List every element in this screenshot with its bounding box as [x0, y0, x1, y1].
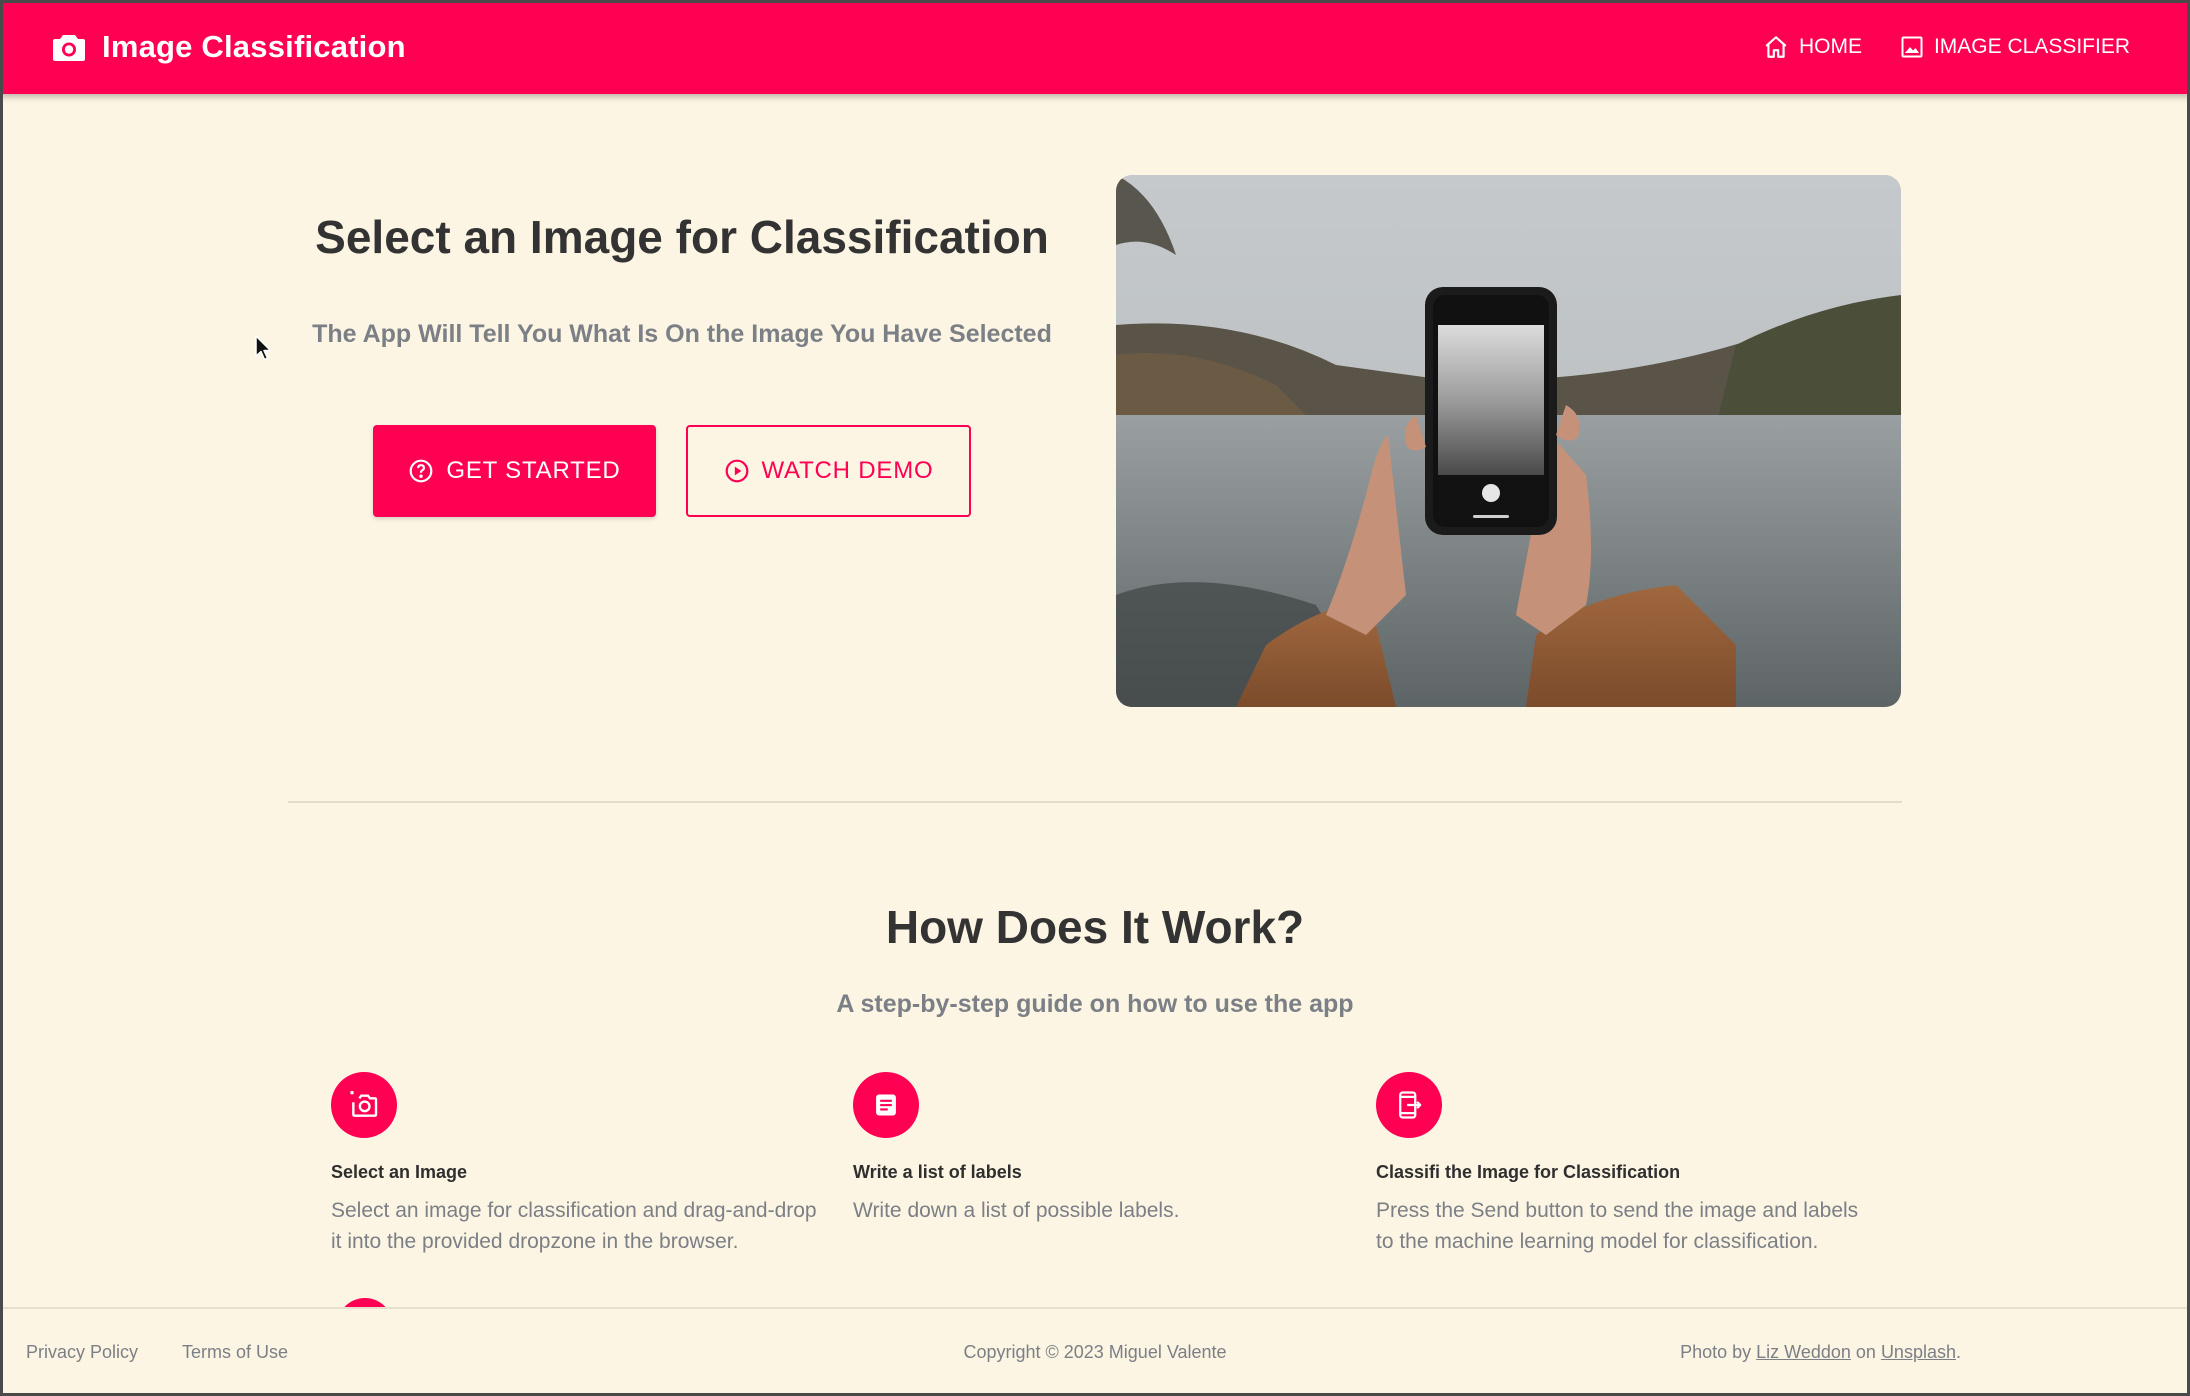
step-write-labels: Write a list of labels Write down a list…	[853, 1072, 1353, 1226]
get-started-button[interactable]: GET STARTED	[373, 425, 656, 517]
unsplash-link[interactable]: Unsplash	[1881, 1342, 1956, 1362]
footer: Privacy Policy Terms of Use Copyright © …	[0, 1307, 2190, 1396]
watch-demo-label: WATCH DEMO	[761, 457, 934, 484]
document-icon	[872, 1091, 900, 1119]
watch-demo-button[interactable]: WATCH DEMO	[686, 425, 971, 517]
phone-send-icon	[1394, 1090, 1424, 1120]
home-icon	[1763, 34, 1789, 60]
camera-icon	[52, 32, 86, 62]
section-divider	[288, 801, 1902, 803]
terms-of-use-link[interactable]: Terms of Use	[182, 1342, 288, 1363]
play-circle-icon	[724, 458, 750, 484]
step-icon-circle	[331, 1072, 397, 1138]
mouse-cursor-icon	[254, 334, 274, 367]
hero-photo	[1116, 175, 1901, 707]
nav-home-label: HOME	[1798, 35, 1862, 58]
photo-credit: Photo by Liz Weddon on Unsplash.	[1680, 1342, 1961, 1363]
nav-image-classifier-label: IMAGE CLASSIFIER	[1933, 35, 2130, 58]
credit-author-link[interactable]: Liz Weddon	[1756, 1342, 1851, 1362]
step-title: Write a list of labels	[853, 1162, 1022, 1182]
step-icon-circle	[1376, 1072, 1442, 1138]
image-icon	[1900, 35, 1924, 59]
app-bar: Image Classification HOME IMAGE CLASSIFI…	[0, 0, 2190, 94]
top-nav: HOME IMAGE CLASSIFIER	[1763, 0, 2130, 94]
step-description: Select an image for classification and d…	[331, 1199, 817, 1253]
footer-links: Privacy Policy Terms of Use	[26, 1342, 288, 1363]
brand[interactable]: Image Classification	[52, 0, 406, 94]
hero-title: Select an Image for Classification	[315, 211, 1049, 263]
hero-subtitle: The App Will Tell You What Is On the Ima…	[312, 320, 1052, 348]
app-title: Image Classification	[102, 29, 406, 64]
nav-image-classifier[interactable]: IMAGE CLASSIFIER	[1900, 35, 2130, 59]
help-circle-icon	[408, 458, 434, 484]
step-description: Write down a list of possible labels.	[853, 1199, 1180, 1222]
privacy-policy-link[interactable]: Privacy Policy	[26, 1342, 138, 1363]
how-subtitle: A step-by-step guide on how to use the a…	[836, 990, 1354, 1018]
step-title: Classifi the Image for Classification	[1376, 1162, 1681, 1182]
step-title: Select an Image	[331, 1162, 468, 1182]
credit-on: on	[1855, 1342, 1876, 1362]
step-select-image: Select an Image Select an image for clas…	[331, 1072, 831, 1257]
credit-prefix: Photo by	[1680, 1342, 1752, 1362]
step-description: Press the Send button to send the image …	[1376, 1199, 1859, 1253]
how-title: How Does It Work?	[885, 901, 1305, 953]
step-icon-circle	[853, 1072, 919, 1138]
nav-home[interactable]: HOME	[1763, 34, 1862, 60]
get-started-label: GET STARTED	[446, 457, 621, 484]
add-photo-icon	[348, 1089, 380, 1121]
credit-suffix: .	[1955, 1342, 1961, 1362]
step-classify: Classifi the Image for Classification Pr…	[1376, 1072, 1876, 1257]
